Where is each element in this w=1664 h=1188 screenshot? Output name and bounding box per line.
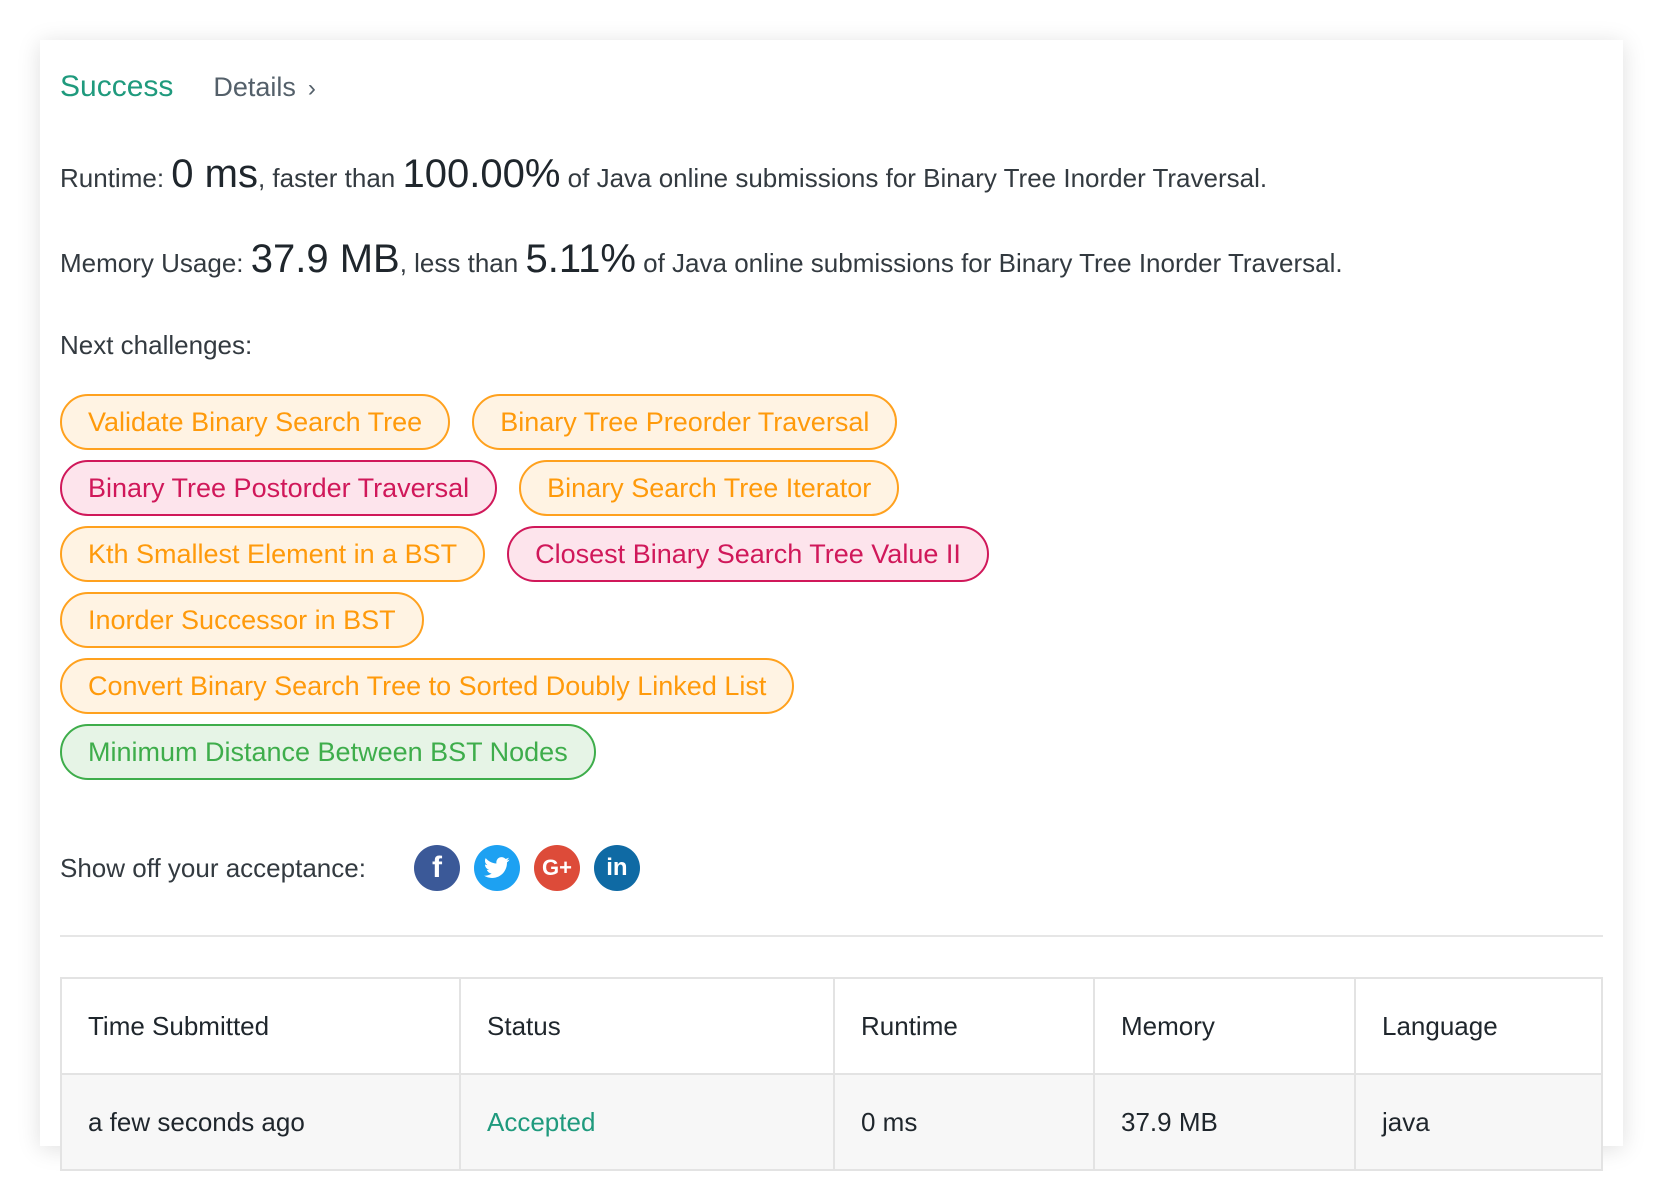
- next-challenges-label: Next challenges:: [60, 330, 253, 360]
- memory-suffix: of Java online submissions for Binary Tr…: [643, 248, 1343, 278]
- cell-runtime: 0 ms: [833, 1073, 1095, 1171]
- column-header: Language: [1354, 977, 1603, 1075]
- challenge-tag[interactable]: Inorder Successor in BST: [60, 592, 424, 648]
- details-label: Details: [213, 72, 296, 102]
- submission-result-card: Success Details › Runtime: 0 ms, faster …: [40, 40, 1623, 1171]
- cell-language: java: [1354, 1073, 1603, 1171]
- next-challenges-list: Validate Binary Search Tree Binary Tree …: [60, 394, 1100, 780]
- column-header: Runtime: [833, 977, 1095, 1075]
- challenge-tag[interactable]: Binary Tree Postorder Traversal: [60, 460, 498, 516]
- twitter-bird-icon: [483, 857, 510, 878]
- challenge-tag[interactable]: Kth Smallest Element in a BST: [60, 526, 486, 582]
- submissions-table: Time Submitted Status Runtime Memory Lan…: [60, 977, 1603, 1171]
- challenge-tag[interactable]: Closest Binary Search Tree Value II: [507, 526, 989, 582]
- challenge-tag[interactable]: Validate Binary Search Tree: [60, 394, 451, 450]
- runtime-label: Runtime:: [60, 163, 165, 193]
- memory-percent: 5.11%: [525, 237, 636, 281]
- section-divider: [60, 935, 1603, 937]
- status-title: Success: [60, 70, 174, 103]
- google-plus-icon[interactable]: G+: [533, 845, 580, 891]
- facebook-icon[interactable]: f: [413, 845, 460, 891]
- memory-comparison: , less than: [399, 248, 519, 278]
- challenge-tag[interactable]: Binary Search Tree Iterator: [519, 460, 900, 516]
- cell-memory: 37.9 MB: [1093, 1073, 1356, 1171]
- runtime-value: 0 ms: [171, 152, 258, 196]
- cell-status-link[interactable]: Accepted: [459, 1073, 835, 1171]
- memory-value: 37.9 MB: [250, 237, 400, 281]
- column-header: Time Submitted: [60, 977, 461, 1075]
- memory-label: Memory Usage:: [60, 248, 244, 278]
- result-header: Success Details ›: [60, 70, 316, 104]
- runtime-percent: 100.00%: [402, 152, 561, 196]
- cell-time-submitted: a few seconds ago: [60, 1073, 461, 1171]
- challenge-tag[interactable]: Convert Binary Search Tree to Sorted Dou…: [60, 658, 795, 714]
- table-header-row: Time Submitted Status Runtime Memory Lan…: [60, 977, 1603, 1075]
- twitter-icon[interactable]: [473, 845, 520, 891]
- details-link[interactable]: Details ›: [213, 72, 316, 103]
- table-row: a few seconds ago Accepted 0 ms 37.9 MB …: [60, 1073, 1603, 1171]
- column-header: Memory: [1093, 977, 1356, 1075]
- linkedin-icon[interactable]: in: [593, 845, 640, 891]
- chevron-right-icon: ›: [307, 75, 316, 102]
- runtime-line: Runtime: 0 ms, faster than 100.00% of Ja…: [60, 152, 1267, 197]
- memory-line: Memory Usage: 37.9 MB, less than 5.11% o…: [60, 237, 1343, 282]
- challenge-tag[interactable]: Minimum Distance Between BST Nodes: [60, 724, 596, 780]
- share-label: Show off your acceptance:: [60, 852, 366, 883]
- challenge-tag[interactable]: Binary Tree Preorder Traversal: [472, 394, 898, 450]
- runtime-comparison: , faster than: [257, 163, 396, 193]
- share-row: Show off your acceptance: f G+ in: [60, 845, 654, 891]
- column-header: Status: [459, 977, 835, 1075]
- runtime-suffix: of Java online submissions for Binary Tr…: [567, 163, 1268, 193]
